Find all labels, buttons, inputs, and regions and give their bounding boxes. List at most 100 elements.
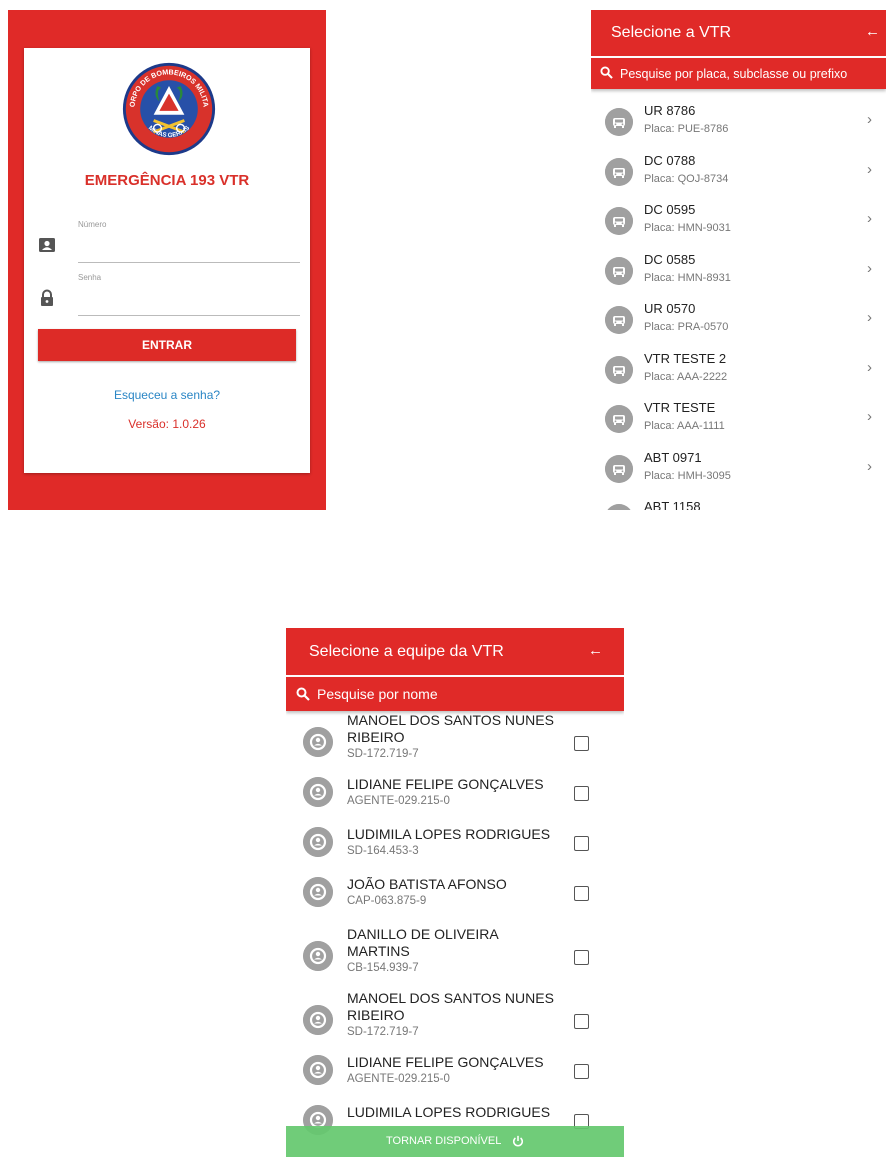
vtr-app-bar: Selecione a VTR ←: [591, 10, 886, 56]
team-member-row[interactable]: LIDIANE FELIPE GONÇALVES AGENTE-029.215-0: [286, 776, 624, 826]
vtr-name: VTR TESTE 2: [644, 350, 727, 366]
vtr-list-item[interactable]: ABT 1158 ›: [591, 494, 886, 510]
vtr-name: UR 8786: [644, 103, 696, 118]
member-checkbox[interactable]: [574, 786, 589, 801]
vtr-list-item[interactable]: UR 8786 Placa: PUE-8786 ›: [591, 98, 886, 148]
user-avatar-icon: [303, 1055, 333, 1085]
team-member-row[interactable]: MANOEL DOS SANTOS NUNES RIBEIRO SD-172.71…: [286, 712, 624, 776]
vtr-plate: Placa: AAA-2222: [644, 370, 728, 383]
chevron-right-icon: ›: [867, 457, 872, 475]
member-name: MANOEL DOS SANTOS NUNES RIBEIRO: [347, 990, 554, 1023]
member-code: SD-164.453-3: [347, 845, 419, 857]
member-code: SD-172.719-7: [347, 1026, 419, 1038]
user-avatar-icon: [303, 777, 333, 807]
vehicle-icon: [605, 207, 633, 235]
member-checkbox[interactable]: [574, 836, 589, 851]
user-avatar-icon: [303, 941, 333, 971]
user-avatar-icon: [303, 877, 333, 907]
vehicle-icon: [605, 108, 633, 136]
vtr-list-item[interactable]: DC 0595 Placa: HMN-9031 ›: [591, 197, 886, 247]
tornar-disponivel-label: TORNAR DISPONÍVEL: [386, 1135, 501, 1147]
lock-icon: [41, 289, 53, 306]
vtr-name: VTR TESTE: [644, 400, 716, 415]
senha-input[interactable]: [78, 293, 300, 316]
vtr-select-screen: Selecione a VTR ← UR 8786 Placa: PUE-8786…: [591, 10, 886, 510]
vtr-name: DC 0595: [644, 202, 696, 217]
member-name: DANILLO DE OLIVEIRA MARTINS: [347, 926, 498, 959]
member-name: LIDIANE FELIPE GONÇALVES: [347, 776, 544, 792]
chevron-right-icon: ›: [867, 160, 872, 178]
member-name: LUDIMILA LOPES RODRIGUES: [347, 826, 551, 842]
member-code: AGENTE-029.215-0: [347, 1073, 450, 1085]
member-code: SD-172.719-7: [347, 748, 419, 760]
team-search-input[interactable]: [317, 685, 613, 703]
vtr-plate: Placa: QOJ-8734: [644, 172, 729, 185]
vtr-list-item[interactable]: UR 0570 Placa: PRA-0570 ›: [591, 296, 886, 346]
numero-field-group: Número: [38, 218, 300, 268]
vehicle-icon: [605, 405, 633, 433]
tornar-disponivel-button[interactable]: TORNAR DISPONÍVEL: [286, 1126, 624, 1157]
member-name: MANOEL DOS SANTOS NUNES RIBEIRO: [347, 712, 554, 745]
chevron-right-icon: ›: [867, 358, 872, 376]
member-checkbox[interactable]: [574, 950, 589, 965]
member-checkbox[interactable]: [574, 736, 589, 751]
vtr-list-item[interactable]: VTR TESTE Placa: AAA-1111 ›: [591, 395, 886, 445]
user-avatar-icon: [303, 727, 333, 757]
vehicle-icon: [605, 157, 633, 186]
member-name: LIDIANE FELIPE GONÇALVES: [347, 1054, 544, 1070]
vtr-name: UR 0570: [644, 301, 696, 316]
chevron-right-icon: ›: [867, 309, 872, 326]
vtr-plate: Placa: PRA-0570: [644, 321, 729, 333]
user-avatar-icon: [303, 1005, 333, 1035]
app-title: EMERGÊNCIA 193 VTR: [84, 172, 250, 189]
vehicle-icon: [605, 454, 633, 483]
vtr-list: UR 8786 Placa: PUE-8786 › DC 0788 Placa: QOJ…: [591, 98, 886, 510]
team-page-title: Selecione a equipe da VTR: [309, 643, 504, 660]
back-arrow-icon[interactable]: ←: [588, 642, 603, 659]
team-member-row[interactable]: LIDIANE FELIPE GONÇALVES AGENTE-029.215-0: [286, 1054, 624, 1104]
chevron-right-icon: ›: [867, 259, 872, 277]
chevron-right-icon: ›: [867, 210, 872, 227]
senha-label: Senha: [78, 273, 102, 282]
fire-department-emblem-logo: CORPO DE BOMBEIROS MILITAR MINAS GERAIS: [121, 61, 216, 156]
power-icon: [512, 1135, 523, 1147]
contact-card-icon: [39, 238, 55, 252]
team-member-row[interactable]: MANOEL DOS SANTOS NUNES RIBEIRO SD-172.71…: [286, 990, 624, 1054]
member-code: CB-154.939-7: [347, 962, 419, 974]
team-member-row[interactable]: DANILLO DE OLIVEIRA MARTINS CB-154.939-7: [286, 926, 624, 990]
team-list: MANOEL DOS SANTOS NUNES RIBEIRO SD-172.71…: [286, 712, 624, 1154]
vehicle-icon: [605, 256, 633, 285]
team-select-screen: Selecione a equipe da VTR ← MANOEL DOS S…: [286, 628, 624, 1157]
search-icon: [600, 66, 613, 79]
vtr-list-item[interactable]: DC 0788 Placa: QOJ-8734 ›: [591, 148, 886, 198]
team-member-row[interactable]: JOÃO BATISTA AFONSO CAP-063.875-9: [286, 876, 624, 926]
vtr-search-input[interactable]: [620, 65, 882, 82]
team-app-bar: Selecione a equipe da VTR ←: [286, 628, 624, 675]
vtr-list-item[interactable]: ABT 0971 Placa: HMH-3095 ›: [591, 445, 886, 495]
vehicle-icon: [605, 306, 633, 334]
numero-input[interactable]: [78, 240, 300, 263]
vtr-name: ABT 0971: [644, 449, 702, 465]
member-code: CAP-063.875-9: [347, 895, 427, 907]
team-search-bar: [286, 677, 624, 711]
vtr-list-item[interactable]: DC 0585 Placa: HMN-8931 ›: [591, 247, 886, 297]
senha-field-group: Senha: [38, 271, 300, 321]
version-text: Versão: 1.0.26: [128, 417, 206, 431]
member-checkbox[interactable]: [574, 1014, 589, 1029]
member-checkbox[interactable]: [574, 1064, 589, 1079]
chevron-right-icon: ›: [867, 408, 872, 425]
vtr-plate: Placa: HMH-3095: [644, 469, 731, 482]
vtr-search-bar: [591, 58, 886, 89]
vtr-name: ABT 1158: [644, 499, 701, 510]
forgot-password-link[interactable]: Esqueceu a senha?: [24, 388, 310, 402]
vehicle-icon: [605, 355, 633, 384]
vtr-list-item[interactable]: VTR TESTE 2 Placa: AAA-2222 ›: [591, 346, 886, 396]
back-arrow-icon[interactable]: ←: [865, 23, 880, 40]
member-name: JOÃO BATISTA AFONSO: [347, 876, 507, 892]
search-icon: [296, 687, 310, 701]
team-member-row[interactable]: LUDIMILA LOPES RODRIGUES SD-164.453-3: [286, 826, 624, 876]
member-checkbox[interactable]: [574, 886, 589, 901]
numero-label: Número: [78, 220, 107, 229]
chevron-right-icon: ›: [867, 111, 872, 128]
entrar-button[interactable]: ENTRAR: [38, 329, 296, 361]
